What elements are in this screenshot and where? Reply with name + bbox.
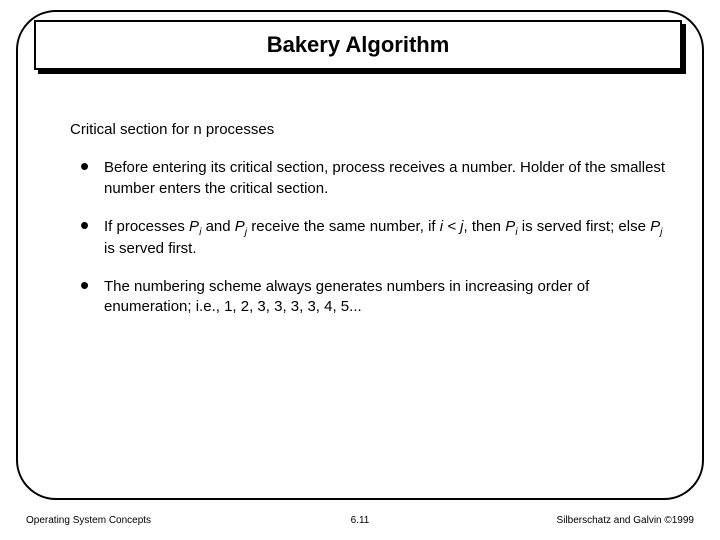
title-box: Bakery Algorithm xyxy=(34,20,682,70)
section-label: Critical section for n processes xyxy=(70,120,672,140)
footer: Operating System Concepts 6.11 Silbersch… xyxy=(26,515,694,526)
bullet-text: If processes Pi and Pj receive the same … xyxy=(104,218,662,257)
slide: Bakery Algorithm Critical section for n … xyxy=(0,0,720,540)
content-area: Critical section for n processes Before … xyxy=(70,120,672,336)
bullet-list: Before entering its critical section, pr… xyxy=(70,158,672,317)
bullet-text: Before entering its critical section, pr… xyxy=(104,159,665,196)
bullet-item: If processes Pi and Pj receive the same … xyxy=(70,217,672,259)
footer-left: Operating System Concepts xyxy=(26,515,151,526)
bullet-item: The numbering scheme always generates nu… xyxy=(70,277,672,318)
bullet-item: Before entering its critical section, pr… xyxy=(70,158,672,199)
bullet-text: The numbering scheme always generates nu… xyxy=(104,278,589,315)
slide-title: Bakery Algorithm xyxy=(267,32,450,58)
footer-right: Silberschatz and Galvin ©1999 xyxy=(557,515,694,526)
